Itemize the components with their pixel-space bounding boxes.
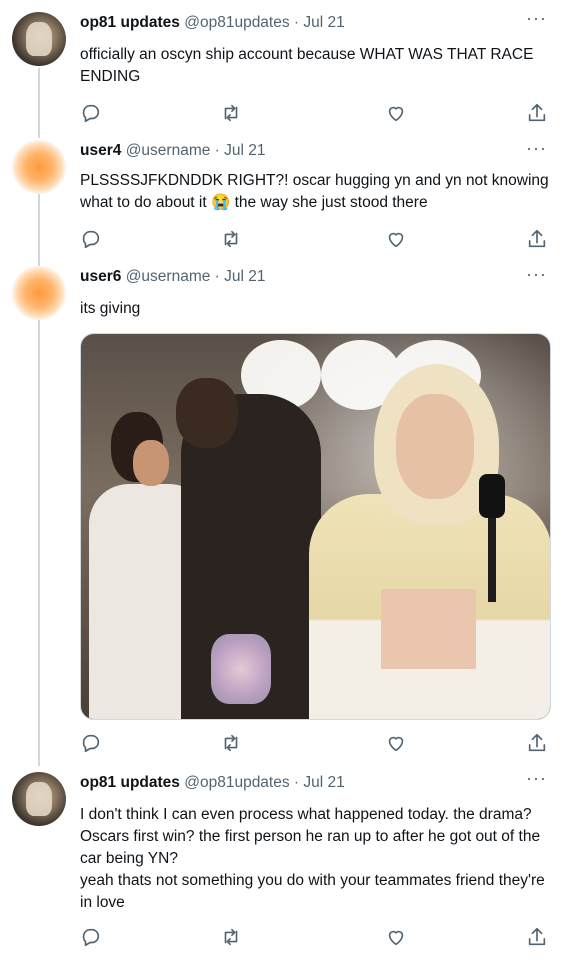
tweet-actions [80,732,550,756]
share-icon[interactable] [526,102,548,124]
tweet-header: op81 updates @op81updates · Jul 21 [80,14,345,32]
tweet-actions [80,102,550,126]
display-name[interactable]: user6 [80,268,121,285]
display-name[interactable]: op81 updates [80,774,180,791]
tweet-actions [80,228,550,252]
heart-icon[interactable] [385,732,407,754]
timestamp[interactable]: Jul 21 [303,14,344,31]
tweet-actions [80,926,550,950]
display-name[interactable]: user4 [80,142,121,159]
retweet-icon[interactable] [220,228,242,250]
separator: · [214,268,220,285]
tweet-header: user6 @username · Jul 21 [80,268,266,286]
separator: · [293,774,300,791]
tweet-media-image[interactable] [80,333,551,720]
timestamp[interactable]: Jul 21 [224,268,265,285]
tweet[interactable]: op81 updates @op81updates · Jul 21 ··· I… [0,764,565,960]
heart-icon[interactable] [385,926,407,948]
retweet-icon[interactable] [220,732,242,754]
tweet-header: user4 @username · Jul 21 [80,142,266,160]
reply-icon[interactable] [80,102,102,124]
more-options-icon[interactable]: ··· [526,8,547,29]
tweet-text: PLSSSSJFKDNDDK RIGHT?! oscar hugging yn … [80,172,549,211]
person-head [176,378,238,448]
share-icon[interactable] [526,228,548,250]
more-options-icon[interactable]: ··· [526,138,547,159]
reply-icon[interactable] [80,926,102,948]
timestamp[interactable]: Jul 21 [224,142,265,159]
handle[interactable]: @op81updates [184,774,289,791]
tweet-text: its giving [80,300,141,317]
more-options-icon[interactable]: ··· [526,768,547,789]
handle[interactable]: @username [126,268,211,285]
tweet-text: I don't think I can even process what ha… [80,804,550,914]
tweet-text-line: yeah thats not something you do with you… [80,872,545,911]
avatar[interactable] [12,140,66,194]
more-options-icon[interactable]: ··· [526,264,547,285]
tweet[interactable]: op81 updates @op81updates · Jul 21 ··· o… [0,0,565,136]
heart-icon[interactable] [385,102,407,124]
tweet-header: op81 updates @op81updates · Jul 21 [80,774,345,792]
handle[interactable]: @username [126,142,211,159]
avatar[interactable] [12,266,66,320]
display-name[interactable]: op81 updates [80,14,180,31]
retweet-icon[interactable] [220,926,242,948]
tweet-text: officially an oscyn ship account because… [80,46,534,85]
reply-icon[interactable] [80,732,102,754]
avatar[interactable] [12,772,66,826]
timestamp[interactable]: Jul 21 [303,774,344,791]
microphone [479,474,505,602]
handle[interactable]: @op81updates [184,14,289,31]
person-face [133,440,169,486]
share-icon[interactable] [526,732,548,754]
person-face [396,394,474,499]
retweet-icon[interactable] [220,102,242,124]
tweet[interactable]: user4 @username · Jul 21 ··· PLSSSSJFKDN… [0,136,565,264]
avatar[interactable] [12,12,66,66]
separator: · [214,142,220,159]
tweet-text-line: I don't think I can even process what ha… [80,806,541,867]
share-icon[interactable] [526,926,548,948]
person-midriff [381,589,476,669]
heart-icon[interactable] [385,228,407,250]
bouquet [211,634,271,704]
reply-icon[interactable] [80,228,102,250]
separator: · [293,14,300,31]
